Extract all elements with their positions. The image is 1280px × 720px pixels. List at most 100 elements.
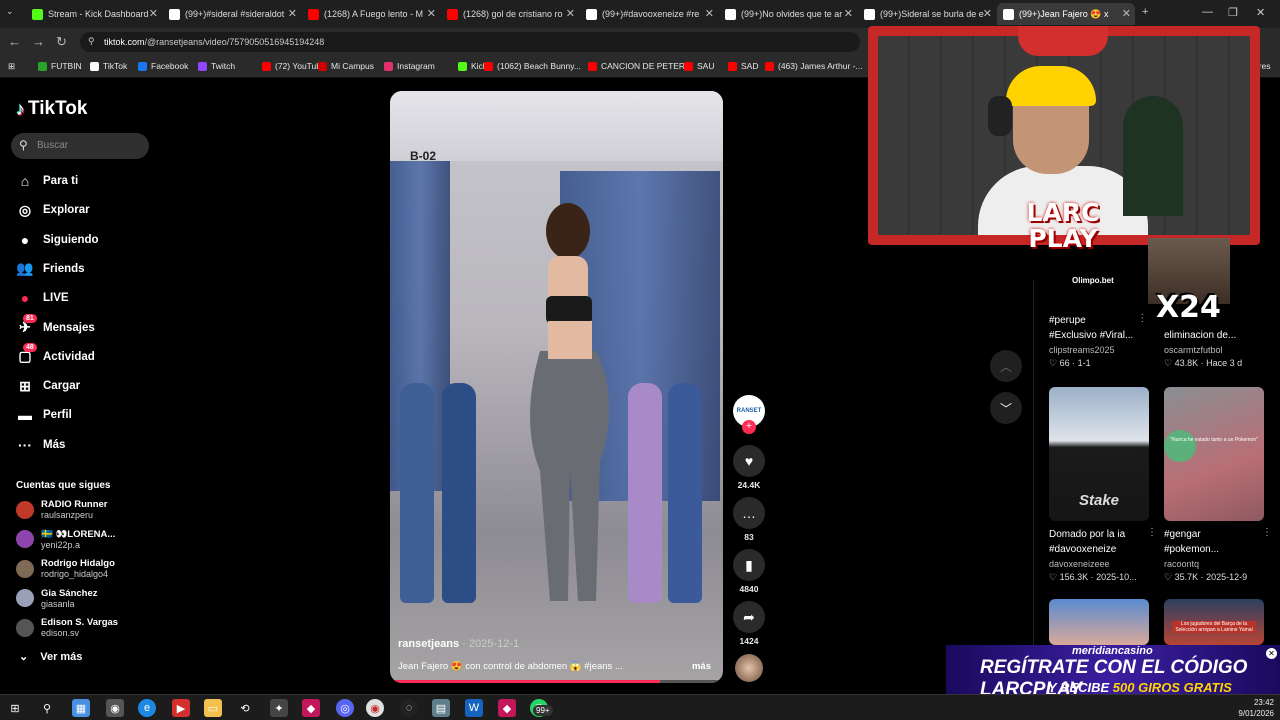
bookmark-item[interactable]: TikTok — [90, 61, 127, 71]
browser-tab[interactable]: (1268) A Fuego lento - M ✕ — [302, 3, 440, 25]
nav-item-actividad[interactable]: ▢ 48 Actividad — [16, 342, 95, 366]
app-icon[interactable]: ▶ — [172, 699, 190, 717]
reload-icon[interactable]: ↻ — [56, 34, 67, 50]
caption-more-button[interactable]: más — [692, 661, 711, 672]
more-options-icon[interactable]: ⋮ — [1137, 313, 1147, 324]
tab-search-icon[interactable]: ⌄ — [6, 6, 20, 20]
new-tab-button[interactable]: + — [1142, 6, 1148, 18]
share-button[interactable]: ➦ 1424 — [733, 601, 765, 646]
recommended-card[interactable]: Stake Domado por la ia #davooxeneize dav… — [1049, 387, 1157, 583]
followed-account[interactable]: 🇸🇪 👀LORENA... yeni22p.a — [16, 529, 115, 550]
browser-tab[interactable]: Stream - Kick Dashboard ✕ — [26, 3, 162, 25]
close-window-icon[interactable]: ✕ — [1256, 6, 1265, 19]
close-tab-icon[interactable]: ✕ — [983, 7, 992, 20]
browser-tab[interactable]: (99+)Sideral se burla de e ✕ — [858, 3, 996, 25]
browser-tab[interactable]: (1268) gol de cristiano ro ✕ — [441, 3, 579, 25]
bookmark-item[interactable]: (1062) Beach Bunny... — [484, 61, 581, 71]
forward-icon[interactable]: → — [32, 34, 45, 49]
recommended-card[interactable]: #perupe #Exclusivo #Viral... clipstreams… — [1049, 313, 1147, 369]
nav-item-live[interactable]: ● LIVE — [16, 289, 69, 307]
search-input[interactable]: ⚲ Buscar — [11, 133, 149, 159]
bookmark-item[interactable]: CANCION DE PETER — [588, 61, 685, 71]
close-tab-icon[interactable]: ✕ — [844, 7, 853, 20]
close-tab-icon[interactable]: ✕ — [149, 7, 158, 20]
browser-tab[interactable]: (99+)#sideral #sideraldot ✕ — [163, 3, 301, 25]
followed-account[interactable]: Gia Sánchez giasanla — [16, 588, 98, 609]
site-info-icon[interactable]: ⚲ — [88, 36, 95, 47]
word-icon[interactable]: W — [465, 699, 483, 717]
system-clock[interactable]: 23:42 9/01/2026 — [1238, 697, 1274, 719]
recommended-card[interactable] — [1049, 599, 1149, 645]
nav-item-explorar[interactable]: ◎ Explorar — [16, 201, 90, 219]
like-button[interactable]: ♥ 24.4K — [733, 445, 765, 490]
recommended-card[interactable]: eliminacion de... oscarmtzfutbol ♡ 43.8K… — [1164, 328, 1242, 369]
browser-tab[interactable]: (99+)No olvides que te ar ✕ — [719, 3, 857, 25]
edge-icon[interactable]: e — [138, 699, 156, 717]
close-tab-icon[interactable]: ✕ — [566, 7, 575, 20]
app-icon[interactable]: ◆ — [302, 699, 320, 717]
more-options-icon[interactable]: ⋮ — [1262, 527, 1272, 538]
tab-favicon-icon — [308, 8, 319, 20]
comment-button[interactable]: … 83 — [733, 497, 765, 542]
back-icon[interactable]: ← — [8, 34, 21, 49]
video-progress-bar[interactable] — [390, 680, 723, 683]
save-button[interactable]: ▮ 4840 — [733, 549, 765, 594]
minimize-icon[interactable]: — — [1202, 6, 1213, 18]
app-icon[interactable]: ◆ — [498, 699, 516, 717]
followed-account[interactable]: Rodrigo Hidalgo rodrigo_hidalgo4 — [16, 558, 115, 579]
video-player[interactable]: B-02 ransetjeans · 2025-12-1 Jean Fajero… — [390, 91, 723, 683]
bookmark-item[interactable]: (72) YouTube — [262, 61, 326, 71]
chrome-icon[interactable]: ◉ — [366, 699, 384, 717]
discord-icon[interactable]: ◎ — [336, 699, 354, 717]
nav-item-siguiendo[interactable]: ● Siguiendo — [16, 231, 99, 249]
recommended-card[interactable]: "Nunca he estado tanto a un Pokemon" #ge… — [1164, 387, 1272, 583]
apps-icon[interactable]: ⊞ — [8, 61, 15, 72]
url-input[interactable]: ⚲ tiktok.com/@ransetjeans/video/75790505… — [80, 32, 860, 52]
store-icon[interactable]: ▦ — [72, 699, 90, 717]
bookmark-item[interactable]: Kick — [458, 61, 487, 71]
close-tab-icon[interactable]: ✕ — [1122, 7, 1131, 20]
nav-item-más[interactable]: ··· Más — [16, 436, 65, 454]
see-more-button[interactable]: ⌄ Ver más — [16, 650, 82, 663]
tiktok-logo[interactable]: ♪ TikTok — [16, 98, 87, 120]
nav-item-mensajes[interactable]: ✈ 81 Mensajes — [16, 313, 95, 337]
next-video-button[interactable]: ﹀ — [990, 392, 1022, 424]
close-banner-icon[interactable]: ✕ — [1266, 648, 1277, 659]
follow-plus-button[interactable]: + — [742, 420, 756, 434]
restore-icon[interactable]: ❐ — [1228, 6, 1238, 19]
nav-item-cargar[interactable]: ⊞ Cargar — [16, 377, 80, 395]
followed-account[interactable]: Edison S. Vargas edison.sv — [16, 617, 118, 638]
nav-item-perfil[interactable]: ▬ Perfil — [16, 406, 72, 424]
bookmark-item[interactable]: Mi Campus — [318, 61, 374, 71]
followed-account[interactable]: RADIO Runner raulsanzperu — [16, 499, 108, 520]
search-icon[interactable]: ⚲ — [38, 699, 56, 717]
file-explorer-icon[interactable]: ▭ — [204, 699, 222, 717]
browser-tab[interactable]: (99+)Jean Fajero 😍 x ✕ — [997, 3, 1135, 25]
bookmark-item[interactable]: SAD — [728, 61, 758, 71]
windows-start-icon[interactable]: ⊞ — [6, 699, 24, 717]
app-icon[interactable]: ◉ — [106, 699, 124, 717]
bookmark-item[interactable]: Instagram — [384, 61, 435, 71]
app-icon[interactable]: ⟲ — [236, 699, 254, 717]
app-icon[interactable]: ✦ — [270, 699, 288, 717]
obs-icon[interactable]: ◌ — [400, 699, 418, 717]
bookmark-item[interactable]: SAU — [684, 61, 714, 71]
bookmark-item[interactable]: FUTBIN — [38, 61, 82, 71]
card-stats: ♡ 156.3K · 2025-10... — [1049, 572, 1137, 582]
recommended-card[interactable]: Los jugadores del Barça de la Selección … — [1164, 599, 1264, 645]
close-tab-icon[interactable]: ✕ — [427, 7, 436, 20]
bookmark-item[interactable]: Twitch — [198, 61, 235, 71]
music-disc-icon[interactable] — [735, 654, 763, 682]
nav-item-para-ti[interactable]: ⌂ Para ti — [16, 172, 78, 190]
more-options-icon[interactable]: ⋮ — [1147, 527, 1157, 538]
browser-tab[interactable]: (99+)#davooxeneize #re ✕ — [580, 3, 718, 25]
bookmark-item[interactable]: Facebook — [138, 61, 188, 71]
video-author[interactable]: ransetjeans · 2025-12-1 — [398, 638, 519, 650]
close-tab-icon[interactable]: ✕ — [705, 7, 714, 20]
bookmark-item[interactable]: (463) James Arthur -... — [765, 61, 863, 71]
calculator-icon[interactable]: ▤ — [432, 699, 450, 717]
nav-item-friends[interactable]: 👥 Friends — [16, 260, 84, 278]
card-thumbnail — [1049, 599, 1149, 645]
close-tab-icon[interactable]: ✕ — [288, 7, 297, 20]
previous-video-button[interactable]: ︿ — [990, 350, 1022, 382]
